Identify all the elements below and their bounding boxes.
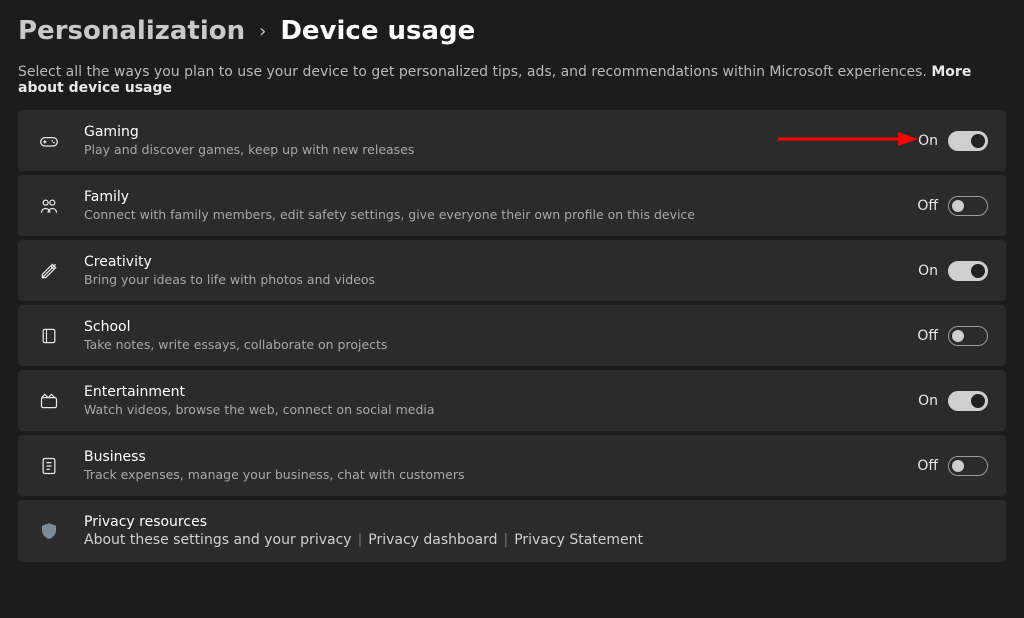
business-desc: Track expenses, manage your business, ch… [84,467,899,482]
privacy-title: Privacy resources [84,514,988,530]
privacy-dashboard-link[interactable]: Privacy dashboard [368,532,497,548]
school-icon [32,326,66,346]
entertainment-toggle[interactable] [948,391,988,411]
business-toggle[interactable] [948,456,988,476]
school-toggle[interactable] [948,326,988,346]
creativity-desc: Bring your ideas to life with photos and… [84,272,900,287]
privacy-about-link[interactable]: About these settings and your privacy [84,532,352,548]
gaming-desc: Play and discover games, keep up with ne… [84,142,900,157]
setting-row-entertainment: Entertainment Watch videos, browse the w… [18,370,1006,431]
business-icon [32,456,66,476]
gaming-title: Gaming [84,124,900,140]
breadcrumb: Personalization › Device usage [18,16,1006,46]
entertainment-toggle-label: On [918,393,938,409]
business-toggle-label: Off [917,458,938,474]
business-title: Business [84,449,899,465]
setting-row-creativity: Creativity Bring your ideas to life with… [18,240,1006,301]
family-toggle[interactable] [948,196,988,216]
privacy-statement-link[interactable]: Privacy Statement [514,532,643,548]
subtitle-text: Select all the ways you plan to use your… [18,64,931,80]
page-title: Device usage [280,16,475,46]
creativity-toggle[interactable] [948,261,988,281]
entertainment-title: Entertainment [84,384,900,400]
school-title: School [84,319,899,335]
creativity-icon [32,261,66,281]
creativity-toggle-label: On [918,263,938,279]
setting-row-business: Business Track expenses, manage your bus… [18,435,1006,496]
setting-row-family: Family Connect with family members, edit… [18,175,1006,236]
family-icon [32,196,66,216]
chevron-right-icon: › [259,21,266,42]
breadcrumb-parent[interactable]: Personalization [18,16,245,46]
family-toggle-label: Off [917,198,938,214]
privacy-links: About these settings and your privacy|Pr… [84,532,988,548]
gaming-toggle[interactable] [948,131,988,151]
school-toggle-label: Off [917,328,938,344]
gaming-icon [32,131,66,151]
creativity-title: Creativity [84,254,900,270]
privacy-resources-card: Privacy resources About these settings a… [18,500,1006,562]
school-desc: Take notes, write essays, collaborate on… [84,337,899,352]
entertainment-icon [32,391,66,411]
setting-row-school: School Take notes, write essays, collabo… [18,305,1006,366]
family-title: Family [84,189,899,205]
family-desc: Connect with family members, edit safety… [84,207,899,222]
shield-icon [32,521,66,541]
setting-row-gaming: Gaming Play and discover games, keep up … [18,110,1006,171]
gaming-toggle-label: On [918,133,938,149]
entertainment-desc: Watch videos, browse the web, connect on… [84,402,900,417]
subtitle: Select all the ways you plan to use your… [18,64,1006,96]
